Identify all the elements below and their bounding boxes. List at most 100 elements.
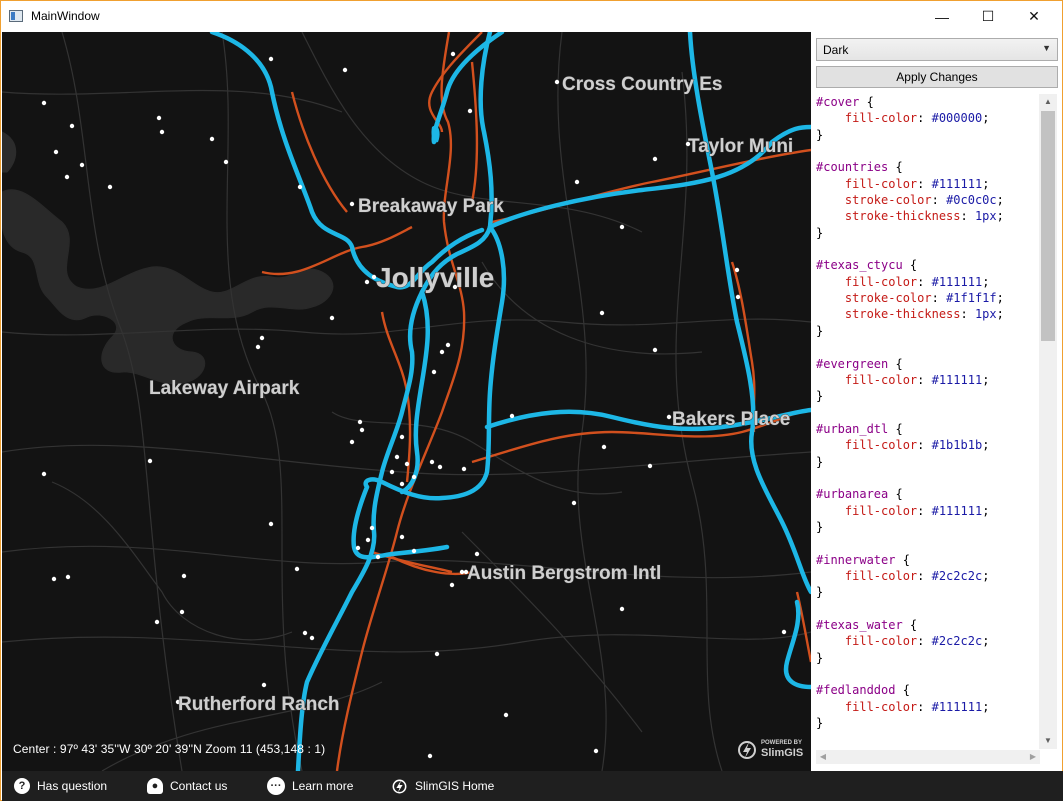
style-selector: #texas_ctycu [816, 258, 903, 273]
label-austin-bergstrom: Austin Bergstrom Intl [467, 563, 661, 584]
contact-us-link[interactable]: ● Contact us [147, 771, 227, 801]
semicolon: ; [982, 503, 990, 518]
label-taylor-muni: Taylor Muni [688, 136, 793, 157]
semicolon: ; [996, 291, 1004, 306]
maximize-button[interactable]: ☐ [965, 1, 1011, 32]
label-bakers-place: Bakers Place [672, 409, 790, 430]
label-cross-country: Cross Country Es [562, 74, 722, 95]
style-property: fill-color [844, 176, 918, 191]
style-selector: #countries [816, 160, 889, 175]
map-status-text: Center : 97º 43' 35''W 30º 20' 39''N Zoo… [13, 742, 326, 756]
colon: : [917, 568, 932, 583]
vertical-scrollbar[interactable]: ▲ ▼ [1039, 94, 1057, 749]
style-property: stroke-thickness [844, 307, 961, 322]
powered-by-badge: POWERED BY SlimGIS [737, 737, 809, 767]
style-selector: #fedlanddod [816, 683, 896, 698]
style-value: #111111 [931, 503, 983, 518]
title-bar[interactable]: MainWindow — ☐ ✕ [1, 1, 1062, 32]
code-line: fill-color: #111111; [816, 503, 1041, 519]
open-brace: { [888, 487, 903, 502]
close-button[interactable]: ✕ [1011, 1, 1057, 32]
label-rutherford-ranch: Rutherford Ranch [178, 694, 340, 715]
close-brace: } [816, 225, 824, 240]
style-editor[interactable]: #cover { fill-color: #000000;} #countrie… [811, 92, 1062, 771]
theme-select-value: Dark [823, 43, 849, 57]
code-line: fill-color: #111111; [816, 372, 1041, 388]
open-brace: { [888, 421, 903, 436]
semicolon: ; [982, 176, 990, 191]
maximize-icon: ☐ [981, 8, 995, 24]
colon: : [917, 699, 932, 714]
theme-select[interactable]: Dark ▼ [816, 38, 1058, 61]
scroll-thumb[interactable] [1041, 111, 1055, 341]
slimgis-home-link[interactable]: SlimGIS Home [391, 771, 494, 801]
main-window: MainWindow — ☐ ✕ Cross Country Es Taylor… [0, 0, 1063, 801]
code-line: #countries { [816, 159, 1041, 175]
colon: : [917, 634, 932, 649]
code-line: } [816, 715, 1041, 731]
slimgis-logo-icon [392, 779, 407, 793]
scroll-down-icon[interactable]: ▼ [1039, 733, 1057, 749]
apply-changes-button[interactable]: Apply Changes [816, 66, 1058, 88]
colon: : [931, 291, 947, 306]
horizontal-scrollbar[interactable]: ◀ ▶ [816, 750, 1040, 764]
code-line: } [816, 584, 1041, 600]
style-selector: #innerwater [816, 552, 896, 567]
window-title: MainWindow [31, 9, 100, 23]
style-property: stroke-color [844, 291, 932, 306]
style-property: fill-color [844, 634, 918, 649]
close-brace: } [816, 454, 824, 469]
semicolon: ; [982, 699, 990, 714]
style-value: #000000 [931, 111, 983, 126]
code-line: fill-color: #2c2c2c; [816, 568, 1041, 584]
code-line: #texas_water { [816, 617, 1041, 633]
minimize-icon: — [935, 8, 949, 25]
style-property: fill-color [844, 503, 918, 518]
map-canvas[interactable]: Cross Country Es Taylor Muni Breakaway P… [2, 32, 811, 771]
semicolon: ; [996, 307, 1004, 322]
scroll-up-icon[interactable]: ▲ [1039, 94, 1057, 110]
code-line: stroke-thickness: 1px; [816, 306, 1041, 322]
open-brace: { [859, 95, 874, 109]
close-icon: ✕ [1028, 8, 1040, 24]
has-question-link[interactable]: ? Has question [14, 771, 107, 801]
learn-more-label: Learn more [292, 779, 354, 793]
style-property: stroke-thickness [844, 209, 961, 224]
map-view[interactable]: Cross Country Es Taylor Muni Breakaway P… [2, 32, 811, 771]
code-line: fill-color: #000000; [816, 110, 1041, 126]
code-line: } [816, 519, 1041, 535]
code-line: } [816, 225, 1041, 241]
code-line: } [816, 454, 1041, 470]
semicolon: ; [982, 372, 990, 387]
style-selector: #urbanarea [816, 487, 889, 502]
style-code[interactable]: #cover { fill-color: #000000;} #countrie… [816, 94, 1041, 731]
colon: : [960, 307, 975, 322]
has-question-label: Has question [37, 779, 108, 793]
style-value: #1f1f1f [946, 291, 997, 306]
close-brace: } [816, 716, 824, 731]
minimize-button[interactable]: — [919, 1, 965, 32]
style-value: #111111 [931, 176, 983, 191]
code-line: #urban_dtl { [816, 421, 1041, 437]
close-brace: } [816, 650, 824, 665]
scroll-left-icon[interactable]: ◀ [816, 750, 830, 764]
semicolon: ; [996, 209, 1004, 224]
scroll-right-icon[interactable]: ▶ [1026, 750, 1040, 764]
style-value: 1px [974, 307, 997, 322]
code-line: stroke-color: #0c0c0c; [816, 192, 1041, 208]
style-property: fill-color [844, 699, 918, 714]
style-property: fill-color [844, 372, 918, 387]
style-value: #111111 [931, 274, 983, 289]
learn-more-link[interactable]: ··· Learn more [267, 771, 353, 801]
label-jollyville: Jollyville [376, 262, 494, 293]
